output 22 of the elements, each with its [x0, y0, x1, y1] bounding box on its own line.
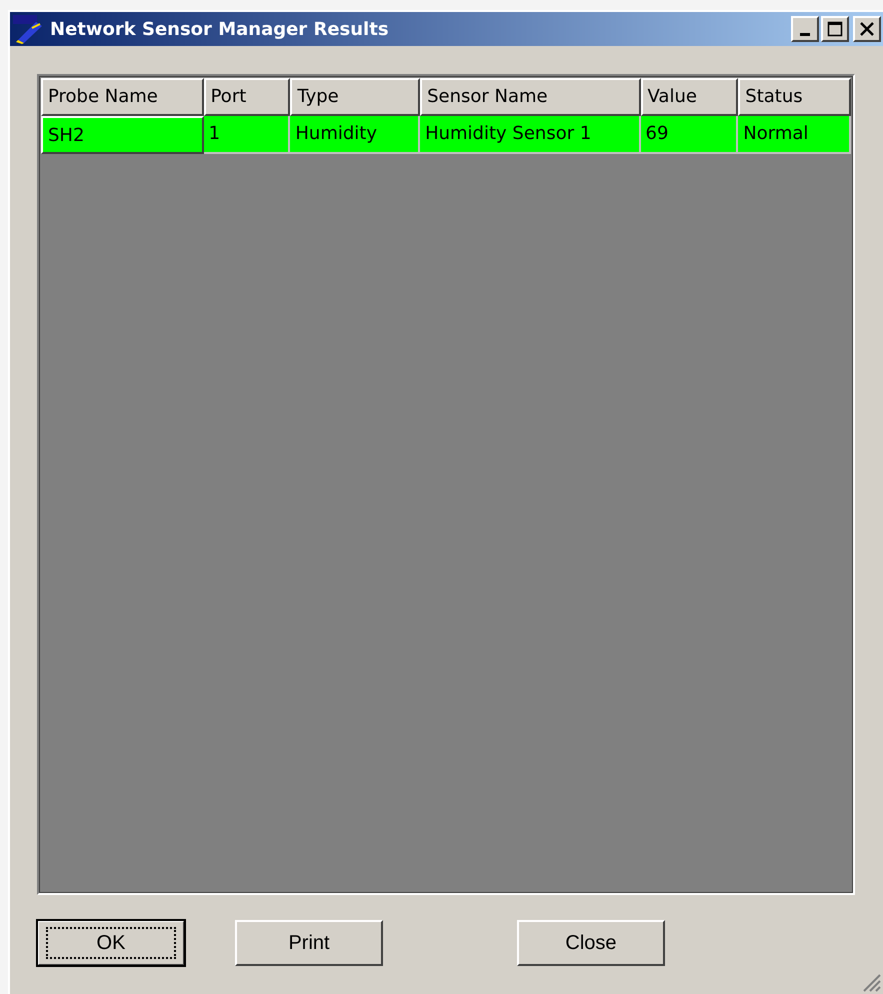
window-title: Network Sensor Manager Results: [50, 18, 389, 40]
table-cell: SH2: [41, 116, 204, 154]
table-cell: 69: [640, 116, 738, 154]
table-cell: Humidity: [290, 116, 420, 154]
minimize-button[interactable]: [791, 16, 819, 42]
dialog-button[interactable]: OK: [37, 920, 185, 966]
dialog-button[interactable]: Print: [235, 920, 383, 966]
column-header[interactable]: Sensor Name: [420, 78, 641, 116]
column-header[interactable]: Value: [640, 78, 738, 116]
maximize-icon: [827, 21, 843, 37]
column-header[interactable]: Status: [738, 78, 852, 116]
column-header[interactable]: Probe Name: [41, 78, 204, 116]
close-button[interactable]: [853, 16, 881, 42]
column-header[interactable]: Type: [290, 78, 420, 116]
maximize-button[interactable]: [821, 16, 849, 42]
dialog-button[interactable]: Close: [517, 920, 665, 966]
table-cell: Normal: [738, 116, 851, 154]
column-header[interactable]: Port: [204, 78, 290, 116]
minimize-icon: [800, 32, 810, 36]
table-cell: Humidity Sensor 1: [420, 116, 641, 154]
close-icon: [860, 22, 874, 36]
table-cell: 1: [204, 116, 290, 154]
